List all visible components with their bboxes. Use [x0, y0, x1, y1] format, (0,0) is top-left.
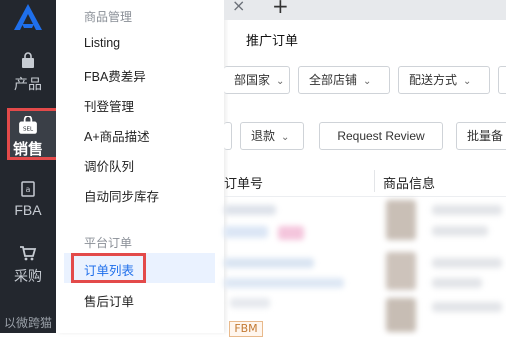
svg-text:a: a [26, 185, 31, 194]
cart-icon [20, 246, 37, 261]
rail-item-products[interactable]: 产品 [0, 52, 56, 94]
chevron-down-icon: ⌄ [363, 76, 372, 87]
header-divider [224, 196, 506, 197]
bulk-label: 批量备 [467, 129, 504, 143]
fbm-badge: FBM [229, 321, 263, 337]
more-filter[interactable] [498, 66, 506, 94]
blurred-cell [432, 302, 502, 312]
blurred-cell [432, 205, 502, 215]
menu-item-publish-manage[interactable]: 刊登管理 [84, 96, 134, 115]
product-thumbnail [386, 200, 416, 240]
rail-item-label: 产品 [14, 76, 42, 92]
store-filter[interactable]: 全部店铺 ⌄ [298, 66, 390, 94]
menu-item-listing[interactable]: Listing [84, 36, 120, 50]
toolbar-button-cut[interactable] [224, 122, 232, 150]
country-filter-label: 部国家 [234, 73, 271, 87]
menu-group-title: 平台订单 [84, 236, 133, 250]
request-review-button[interactable]: Request Review [319, 122, 443, 150]
blurred-cell [230, 298, 270, 308]
add-tab-icon[interactable]: + [272, 0, 289, 18]
blurred-cell [432, 226, 488, 236]
column-divider [374, 170, 375, 192]
column-header-product-info[interactable]: 商品信息 [383, 173, 435, 192]
close-icon[interactable]: × [232, 0, 245, 15]
menu-item-auto-sync[interactable]: 自动同步库存 [84, 186, 159, 205]
blurred-cell [432, 278, 482, 288]
bulk-button[interactable]: 批量备 [456, 122, 506, 150]
blurred-cell [278, 226, 304, 240]
tab-promo-orders[interactable]: 推广订单 [246, 30, 298, 49]
blurred-cell [432, 258, 502, 268]
shipping-filter-label: 配送方式 [409, 73, 458, 87]
menu-item-fba-fee-diff[interactable]: FBA费差异 [84, 66, 146, 85]
app-logo-icon[interactable] [10, 2, 46, 32]
rail-item-purchase[interactable]: 采购 [0, 244, 56, 286]
rail-item-fba[interactable]: a FBA [0, 180, 56, 218]
amazon-icon: a [21, 181, 35, 197]
column-header-order-no[interactable]: 订单号 [224, 173, 263, 192]
rail-item-label: FBA [14, 202, 42, 218]
refund-label: 退款 [251, 129, 276, 143]
chevron-down-icon: ⌄ [281, 132, 290, 143]
chevron-down-icon: ⌄ [276, 76, 285, 87]
chevron-down-icon: ⌄ [463, 76, 472, 87]
blurred-cell [224, 205, 276, 215]
menu-item-price-queue[interactable]: 调价队列 [84, 156, 134, 175]
refund-button[interactable]: 退款 ⌄ [240, 122, 304, 150]
menu-group-title: 商品管理 [84, 10, 133, 24]
highlight-frame [7, 108, 59, 160]
bag-icon [22, 52, 34, 68]
secondary-menu: 商品管理 Listing FBA费差异 刊登管理 A+商品描述 调价队列 自动同… [56, 0, 224, 333]
blurred-cell [224, 258, 314, 268]
blurred-cell [224, 226, 268, 238]
menu-item-after-sales[interactable]: 售后订单 [84, 291, 134, 310]
store-filter-label: 全部店铺 [309, 73, 358, 87]
shipping-filter[interactable]: 配送方式 ⌄ [398, 66, 490, 94]
request-review-label: Request Review [337, 129, 425, 143]
product-thumbnail [386, 252, 416, 290]
blurred-cell [224, 278, 344, 288]
tab-bar [224, 0, 506, 20]
country-filter[interactable]: 部国家 ⌄ [224, 66, 290, 94]
watermark: 以微跨猫 [4, 316, 53, 330]
menu-item-aplus-desc[interactable]: A+商品描述 [84, 126, 150, 145]
rail-item-label: 采购 [14, 268, 42, 284]
product-thumbnail [386, 298, 416, 332]
highlight-frame [71, 253, 146, 283]
